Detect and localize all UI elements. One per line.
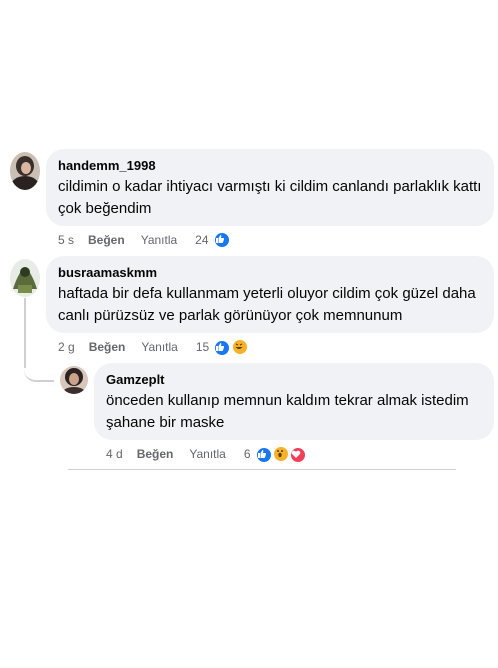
avatar[interactable] xyxy=(10,259,40,297)
comment-bubble: busraamaskmm haftada bir defa kullanmam … xyxy=(46,256,494,333)
comment-bubble: handemm_1998 cildimin o kadar ihtiyacı v… xyxy=(46,149,494,226)
like-button[interactable]: Beğen xyxy=(137,447,174,461)
comment-time[interactable]: 2 g xyxy=(58,340,75,354)
reply-button[interactable]: Yanıtla xyxy=(189,447,225,461)
comment-text: önceden kullanıp memnun kaldım tekrar al… xyxy=(106,392,469,431)
laugh-icon xyxy=(230,337,249,356)
comment-text: haftada bir defa kullanmam yeterli oluyo… xyxy=(58,285,476,324)
comment-actions: 5 s Beğen Yanıtla 24 xyxy=(58,231,231,249)
divider xyxy=(68,469,456,470)
comment-time[interactable]: 5 s xyxy=(58,233,74,247)
wow-icon xyxy=(271,444,290,463)
love-icon xyxy=(289,445,308,464)
reactions[interactable] xyxy=(213,337,249,357)
reply-button[interactable]: Yanıtla xyxy=(141,340,177,354)
comment-author[interactable]: handemm_1998 xyxy=(58,157,482,174)
comment-author[interactable]: busraamaskmm xyxy=(58,264,482,281)
thread-connector xyxy=(24,358,54,382)
comment-actions: 2 g Beğen Yanıtla 15 xyxy=(58,337,249,357)
comment-author[interactable]: Gamzeplt xyxy=(106,371,482,388)
like-button[interactable]: Beğen xyxy=(89,340,126,354)
like-icon xyxy=(213,338,232,357)
reply-button[interactable]: Yanıtla xyxy=(141,233,177,247)
comment-text: cildimin o kadar ihtiyacı varmıştı ki ci… xyxy=(58,178,482,217)
comment-actions: 4 d Beğen Yanıtla 6 xyxy=(106,444,308,464)
like-icon xyxy=(254,445,273,464)
avatar[interactable] xyxy=(10,152,40,190)
reply-bubble: Gamzeplt önceden kullanıp memnun kaldım … xyxy=(94,363,494,440)
reactions[interactable] xyxy=(212,231,231,249)
comment-time[interactable]: 4 d xyxy=(106,447,123,461)
avatar[interactable] xyxy=(60,366,88,394)
reaction-count[interactable]: 6 xyxy=(244,447,251,461)
like-button[interactable]: Beğen xyxy=(88,233,125,247)
reaction-count[interactable]: 15 xyxy=(196,340,209,354)
reactions[interactable] xyxy=(254,444,308,464)
like-icon xyxy=(212,231,231,249)
reaction-count[interactable]: 24 xyxy=(195,233,208,247)
